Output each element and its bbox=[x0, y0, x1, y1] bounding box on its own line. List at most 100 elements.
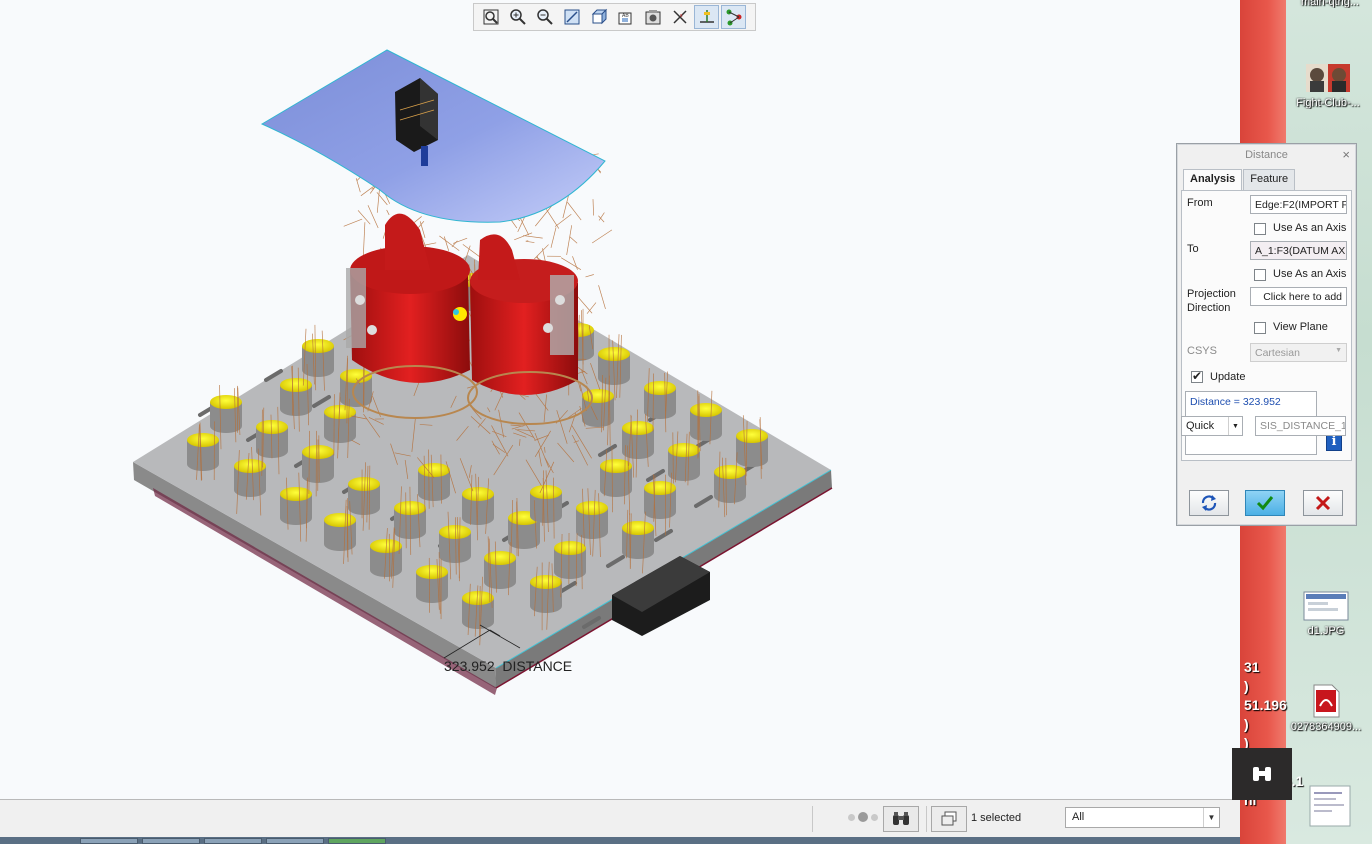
desktop-icon-main-qtrig[interactable]: main-qtrig... bbox=[1290, 0, 1370, 8]
cup bbox=[554, 541, 586, 579]
wallpaper-text: ) bbox=[1244, 716, 1249, 732]
analysis-name-field[interactable]: SIS_DISTANCE_1 bbox=[1255, 416, 1346, 436]
view-plane-label: View Plane bbox=[1273, 321, 1328, 333]
desktop-icon-caption: d1.JPG bbox=[1307, 625, 1345, 637]
cup bbox=[690, 403, 722, 441]
chevron-down-icon: ▼ bbox=[1203, 808, 1219, 827]
view-manager-button[interactable] bbox=[640, 5, 665, 29]
desktop-icon-caption: main-qtrig... bbox=[1300, 0, 1360, 8]
display-style-icon bbox=[591, 8, 607, 25]
annotation-display-icon bbox=[699, 10, 714, 23]
view-plane-checkbox[interactable] bbox=[1254, 322, 1266, 334]
pdf-file-icon bbox=[1313, 684, 1340, 718]
wallpaper-text: 51.196 bbox=[1244, 697, 1287, 713]
ok-button[interactable] bbox=[1245, 490, 1285, 516]
graphics-viewport[interactable]: AB x 323.952 DISTANCE bbox=[0, 0, 1240, 800]
selection-filter-value: All bbox=[1072, 811, 1085, 823]
desktop-icon-d1-jpg[interactable]: d1.JPG bbox=[1286, 590, 1366, 637]
cup bbox=[280, 378, 312, 416]
cup bbox=[439, 525, 471, 563]
desktop-icon-fight-club[interactable]: Fight-Club-... bbox=[1288, 64, 1368, 109]
windows-taskbar bbox=[0, 837, 1240, 844]
datum-display-button[interactable]: x bbox=[667, 5, 692, 29]
wallpaper-text: 31 bbox=[1244, 659, 1260, 675]
annotation-display-button[interactable] bbox=[694, 5, 719, 29]
projection-direction-field[interactable]: Click here to add bbox=[1250, 287, 1347, 306]
use-as-axis-label: Use As an Axis bbox=[1273, 268, 1347, 280]
taskbar-item-active[interactable] bbox=[328, 838, 386, 844]
message-indicator[interactable] bbox=[848, 812, 878, 822]
image-file-icon bbox=[1303, 591, 1349, 621]
datum-display-icon: x bbox=[672, 10, 687, 24]
saved-orientations-icon: AB bbox=[618, 12, 631, 25]
taskbar-item[interactable] bbox=[266, 838, 324, 844]
desktop-icon-caption: Fight-Club-... bbox=[1296, 97, 1360, 109]
desktop-icon-document[interactable] bbox=[1290, 784, 1370, 831]
to-label: To bbox=[1187, 243, 1199, 255]
find-button[interactable] bbox=[883, 806, 919, 832]
repaint-icon bbox=[564, 9, 579, 25]
status-separator bbox=[812, 806, 813, 832]
taskbar-item[interactable] bbox=[80, 838, 138, 844]
spin-center-button[interactable] bbox=[721, 5, 746, 29]
cup bbox=[302, 339, 334, 377]
cup bbox=[416, 565, 448, 603]
cup bbox=[622, 421, 654, 459]
desktop-icon-pdf[interactable]: 0278364909... bbox=[1286, 684, 1366, 733]
video-thumbnail-icon bbox=[1306, 64, 1350, 92]
update-checkbox[interactable] bbox=[1191, 369, 1203, 383]
distance-result: Distance = 323.952 bbox=[1190, 396, 1281, 408]
taskbar-item[interactable] bbox=[204, 838, 262, 844]
taskbar-popup-thumbnail[interactable] bbox=[1232, 748, 1292, 800]
selection-buffer-button[interactable] bbox=[931, 806, 967, 832]
distance-dimension-label[interactable]: 323.952 DISTANCE bbox=[444, 658, 572, 674]
to-reference-field[interactable]: A_1:F3(DATUM AX bbox=[1250, 241, 1347, 260]
projection-label: Projection bbox=[1187, 288, 1236, 300]
display-style-button[interactable] bbox=[586, 5, 611, 29]
zoom-out-button[interactable] bbox=[532, 5, 557, 29]
repeat-button[interactable] bbox=[1189, 490, 1229, 516]
saved-orientations-button[interactable]: AB bbox=[613, 5, 638, 29]
cup bbox=[576, 501, 608, 539]
zoom-in-button[interactable] bbox=[505, 5, 530, 29]
csys-value: Cartesian bbox=[1255, 347, 1300, 359]
zoom-out-icon bbox=[536, 9, 553, 25]
analysis-mode-select[interactable]: Quick ▼ bbox=[1181, 416, 1243, 436]
csys-label: CSYS bbox=[1187, 345, 1217, 357]
dialog-title: Distance bbox=[1245, 149, 1288, 161]
cancel-button[interactable] bbox=[1303, 490, 1343, 516]
selected-count[interactable]: 1 selected bbox=[971, 812, 1021, 824]
use-as-axis-to-checkbox[interactable] bbox=[1254, 269, 1266, 281]
dialog-title-bar[interactable]: Distance × bbox=[1177, 144, 1356, 166]
repaint-button[interactable] bbox=[559, 5, 584, 29]
from-reference-field[interactable]: Edge:F2(IMPORT F bbox=[1250, 195, 1347, 214]
use-as-axis-from-checkbox[interactable] bbox=[1254, 223, 1266, 235]
dialog-tabs: Analysis Feature bbox=[1183, 169, 1296, 191]
cup bbox=[462, 591, 494, 629]
spin-center-icon bbox=[726, 9, 741, 26]
chevron-down-icon: ▼ bbox=[1335, 347, 1342, 354]
zoom-in-icon bbox=[509, 9, 526, 25]
cup bbox=[736, 429, 768, 467]
close-icon[interactable]: × bbox=[1342, 144, 1350, 166]
close-icon bbox=[1315, 495, 1331, 511]
tab-analysis[interactable]: Analysis bbox=[1183, 169, 1243, 191]
refit-icon bbox=[483, 9, 498, 25]
update-label: Update bbox=[1210, 371, 1246, 383]
document-thumbnail-icon bbox=[1309, 785, 1351, 827]
taskbar-item[interactable] bbox=[142, 838, 200, 844]
desktop-icon-caption: 0278364909... bbox=[1290, 721, 1362, 733]
selected-items-icon bbox=[941, 811, 957, 826]
wallpaper-text: ) bbox=[1244, 678, 1249, 694]
binoculars-icon bbox=[893, 812, 909, 825]
model-3d-render[interactable] bbox=[0, 0, 1240, 800]
csys-select[interactable]: Cartesian ▼ bbox=[1250, 343, 1347, 362]
use-as-axis-label: Use As an Axis bbox=[1273, 222, 1347, 234]
app-icon bbox=[1253, 767, 1271, 781]
view-manager-icon bbox=[645, 10, 660, 25]
refit-button[interactable] bbox=[478, 5, 503, 29]
cup bbox=[418, 463, 450, 501]
analysis-mode-value: Quick bbox=[1186, 420, 1215, 432]
tab-feature[interactable]: Feature bbox=[1243, 169, 1296, 190]
selection-filter-select[interactable]: All ▼ bbox=[1065, 807, 1220, 828]
